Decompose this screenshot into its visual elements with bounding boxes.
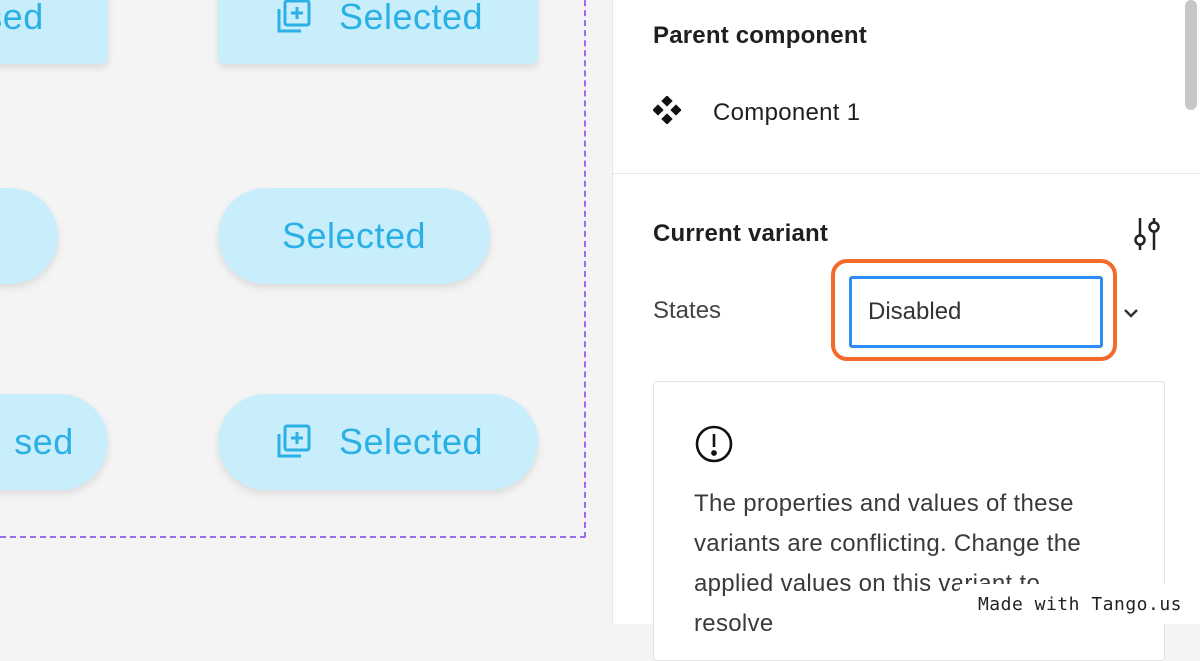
panel-scrollbar[interactable] xyxy=(1185,0,1197,110)
add-layer-icon xyxy=(273,0,313,37)
section-divider xyxy=(613,173,1200,174)
variant-button[interactable]: sed xyxy=(0,0,108,64)
parent-component-name: Component 1 xyxy=(713,98,861,126)
states-property-label: States xyxy=(653,297,722,324)
tango-watermark: Made with Tango.us xyxy=(960,584,1200,624)
properties-panel: Parent component Component 1 Current var… xyxy=(612,0,1200,661)
parent-component-title: Parent component xyxy=(653,22,867,49)
states-value-input[interactable] xyxy=(849,276,1103,348)
chevron-down-icon[interactable] xyxy=(1120,302,1142,324)
variant-button-label: sed xyxy=(0,0,44,37)
variant-button-selected-icon[interactable]: Selected xyxy=(218,394,538,490)
variant-button-label: Selected xyxy=(338,0,484,37)
design-canvas[interactable]: sed Selected Selected sed Selected xyxy=(0,0,612,624)
variant-button-selected[interactable]: Selected xyxy=(218,188,490,284)
exclamation-circle-icon xyxy=(694,424,734,464)
component-icon xyxy=(652,95,682,129)
variant-button-selected-icon[interactable]: Selected xyxy=(218,0,538,64)
variant-button[interactable]: sed xyxy=(0,394,108,490)
variant-button-label: Selected xyxy=(338,421,484,462)
add-layer-icon xyxy=(273,422,313,462)
variant-button-label: sed xyxy=(14,421,74,462)
adjust-icon[interactable] xyxy=(1131,216,1163,252)
variant-button-label: Selected xyxy=(281,215,427,256)
current-variant-title: Current variant xyxy=(653,220,829,247)
parent-component-row[interactable]: Component 1 xyxy=(652,95,861,129)
